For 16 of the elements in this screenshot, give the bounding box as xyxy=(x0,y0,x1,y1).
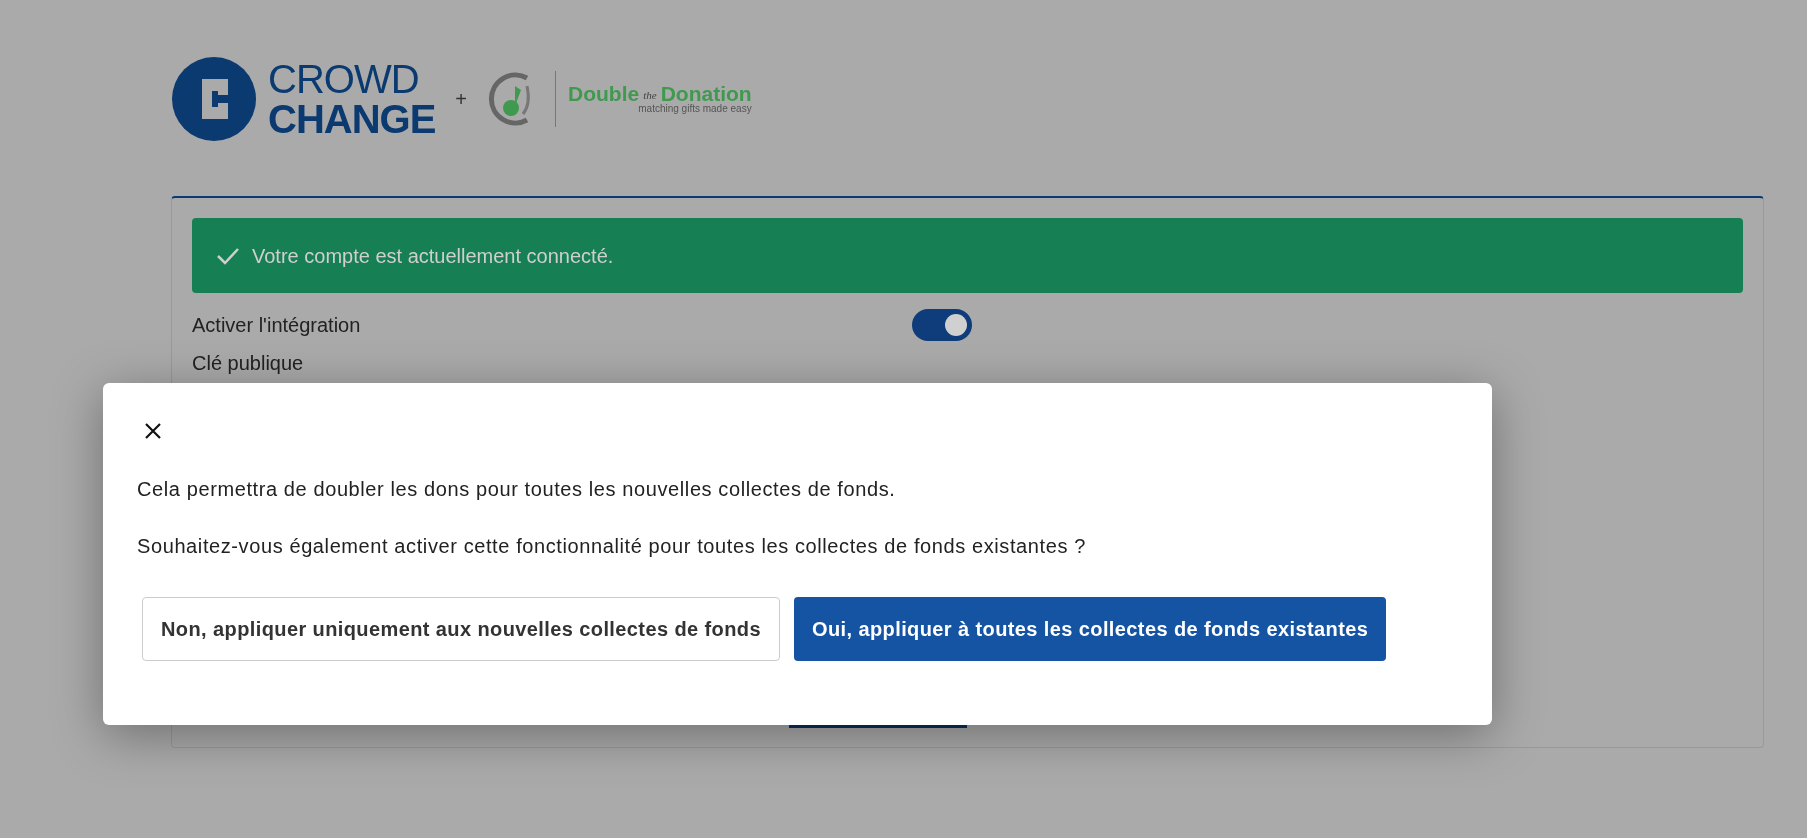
decline-button[interactable]: Non, appliquer uniquement aux nouvelles collectes de fonds xyxy=(142,597,780,661)
partner-name: Double xyxy=(568,83,640,104)
alert-message: Votre compte est actuellement connecté. xyxy=(252,243,614,269)
setting-label: Clé publique xyxy=(192,351,305,376)
partner-name: the xyxy=(643,90,657,101)
partner-tagline: matching gifts made easy xyxy=(638,104,752,114)
dialog-text: Cela permettra de doubler les dons pour toutes les nouvelles collectes de fonds. xyxy=(137,477,897,501)
brand-name: CROWD xyxy=(268,58,420,99)
dialog-text: Souhaitez-vous également activer cette fonctionnalité pour toutes les collectes de fonds existantes ? xyxy=(137,534,1087,558)
confirm-button[interactable]: Oui, appliquer à toutes les collectes de fonds existantes xyxy=(793,597,1387,661)
plus-sign: + xyxy=(455,86,468,112)
toggle-switch[interactable] xyxy=(912,309,972,341)
crowdchange-logo-icon xyxy=(172,56,256,141)
partner-name: Donation xyxy=(660,83,752,104)
brand-name: CHANGE xyxy=(268,98,436,139)
setting-label: Activer l'intégration xyxy=(192,313,362,338)
